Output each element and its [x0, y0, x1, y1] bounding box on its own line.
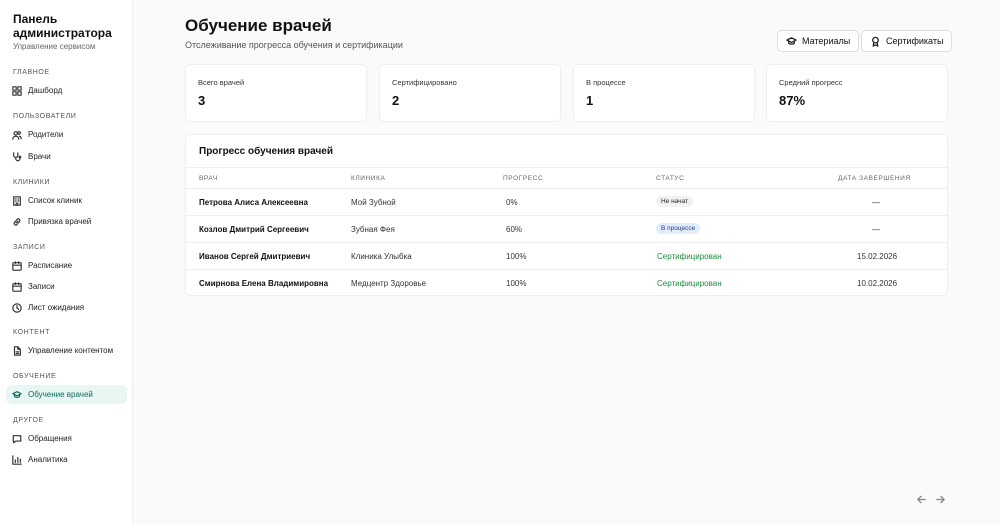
- table-row[interactable]: Петрова Алиса Алексеевна Мой Зубной 0% Н…: [186, 189, 947, 216]
- completion-date: 15.02.2026: [857, 252, 898, 261]
- column-header-status: СТАТУС: [656, 175, 685, 182]
- clock-icon: [12, 302, 22, 313]
- stat-card-certified: Сертифицировано 2: [379, 64, 561, 122]
- status-badge: В процессе: [656, 223, 701, 234]
- materials-button[interactable]: Материалы: [777, 30, 860, 52]
- stat-label: Сертифицировано: [392, 78, 457, 87]
- doctor-name: Петрова Алиса Алексеевна: [199, 198, 308, 207]
- stat-label: Средний прогресс: [779, 78, 843, 87]
- section-label-content: КОНТЕНТ: [13, 329, 50, 336]
- graduation-cap-icon: [786, 36, 797, 45]
- status-text: Сертифицирован: [657, 252, 722, 261]
- section-label-appointments: ЗАПИСИ: [13, 244, 46, 251]
- column-header-clinic: КЛИНИКА: [351, 175, 386, 182]
- sidebar-item-requests[interactable]: Обращения: [6, 429, 127, 448]
- progress-value: 0%: [506, 198, 518, 207]
- section-label-users: ПОЛЬЗОВАТЕЛИ: [13, 113, 77, 120]
- certificates-button[interactable]: Сертификаты: [861, 30, 953, 52]
- column-header-progress: ПРОГРЕСС: [503, 175, 544, 182]
- stat-label: Всего врачей: [198, 78, 245, 87]
- next-page-button[interactable]: [933, 492, 947, 506]
- training-progress-table: Прогресс обучения врачей ВРАЧ КЛИНИКА ПР…: [185, 134, 948, 296]
- building-icon: [12, 195, 22, 206]
- link-icon: [12, 217, 22, 227]
- stat-value: 2: [392, 93, 400, 108]
- status-text: Сертифицирован: [657, 279, 722, 288]
- sidebar-item-clinic-list[interactable]: Список клиник: [6, 191, 127, 210]
- table-row[interactable]: Иванов Сергей Дмитриевич Клиника Улыбка …: [186, 243, 947, 270]
- stethoscope-icon: [12, 151, 22, 162]
- column-header-doctor: ВРАЧ: [199, 175, 218, 182]
- stat-card-average-progress: Средний прогресс 87%: [766, 64, 948, 122]
- section-label-other: ДРУГОЕ: [13, 417, 44, 424]
- doctor-name: Иванов Сергей Дмитриевич: [199, 252, 311, 261]
- document-icon: [12, 345, 22, 356]
- status-badge: Не начат: [656, 196, 694, 207]
- sidebar-item-doctors[interactable]: Врачи: [6, 147, 127, 166]
- clinic-name: Медцентр Здоровье: [351, 279, 427, 288]
- table-title: Прогресс обучения врачей: [199, 146, 333, 157]
- completion-date: —: [872, 225, 880, 234]
- sidebar-item-dashboard[interactable]: Дашборд: [6, 81, 127, 100]
- sidebar-item-parents[interactable]: Родители: [6, 125, 127, 144]
- doctor-name: Смирнова Елена Владимировна: [199, 279, 329, 288]
- column-header-completion-date: ДАТА ЗАВЕРШЕНИЯ: [838, 175, 911, 182]
- calendar-check-icon: [12, 281, 22, 292]
- section-label-main: ГЛАВНОЕ: [13, 69, 50, 76]
- page-title: Обучение врачей: [185, 16, 332, 35]
- table-row[interactable]: Козлов Дмитрий Сергеевич Зубная Фея 60% …: [186, 216, 947, 243]
- bar-chart-icon: [12, 454, 22, 465]
- sidebar-item-appointments[interactable]: Записи: [6, 277, 127, 296]
- completion-date: 10.02.2026: [857, 279, 898, 288]
- arrow-left-icon: [916, 495, 926, 503]
- stat-label: В процессе: [586, 78, 626, 87]
- sidebar-item-doctor-training[interactable]: Обучение врачей: [6, 385, 127, 404]
- stat-card-in-progress: В процессе 1: [573, 64, 755, 122]
- sidebar-item-analytics[interactable]: Аналитика: [6, 450, 127, 469]
- section-label-training: ОБУЧЕНИЕ: [13, 373, 57, 380]
- progress-value: 60%: [506, 225, 523, 234]
- stat-value: 87%: [779, 93, 806, 108]
- sidebar-subtitle: Управление сервисом: [13, 42, 96, 51]
- sidebar-item-doctor-binding[interactable]: Привязка врачей: [6, 212, 127, 231]
- chat-icon: [12, 434, 22, 444]
- graduation-cap-icon: [12, 390, 22, 400]
- dashboard-icon: [12, 85, 22, 96]
- sidebar: Панель администратора Управление сервисо…: [0, 0, 133, 524]
- completion-date: —: [872, 198, 880, 207]
- sidebar-item-schedule[interactable]: Расписание: [6, 256, 127, 275]
- clinic-name: Зубная Фея: [351, 225, 395, 234]
- table-header: ВРАЧ КЛИНИКА ПРОГРЕСС СТАТУС ДАТА ЗАВЕРШ…: [186, 167, 947, 189]
- doctor-name: Козлов Дмитрий Сергеевич: [199, 225, 309, 234]
- sidebar-title: Панель администратора: [13, 12, 112, 40]
- previous-page-button[interactable]: [914, 492, 928, 506]
- stat-card-total-doctors: Всего врачей 3: [185, 64, 367, 122]
- clinic-name: Мой Зубной: [351, 198, 396, 207]
- stat-value: 1: [586, 93, 594, 108]
- users-icon: [12, 130, 22, 140]
- progress-value: 100%: [506, 279, 527, 288]
- progress-value: 100%: [506, 252, 527, 261]
- sidebar-item-waitlist[interactable]: Лист ожидания: [6, 298, 127, 317]
- award-icon: [872, 36, 879, 47]
- table-row[interactable]: Смирнова Елена Владимировна Медцентр Здо…: [186, 270, 947, 295]
- clinic-name: Клиника Улыбка: [351, 252, 412, 261]
- main-content: Обучение врачей Отслеживание прогресса о…: [133, 0, 1000, 524]
- section-label-clinics: КЛИНИКИ: [13, 179, 51, 186]
- sidebar-item-content-management[interactable]: Управление контентом: [6, 341, 127, 360]
- page-subtitle: Отслеживание прогресса обучения и сертиф…: [185, 40, 403, 50]
- calendar-icon: [12, 260, 22, 271]
- stat-value: 3: [198, 93, 206, 108]
- arrow-right-icon: [935, 495, 945, 503]
